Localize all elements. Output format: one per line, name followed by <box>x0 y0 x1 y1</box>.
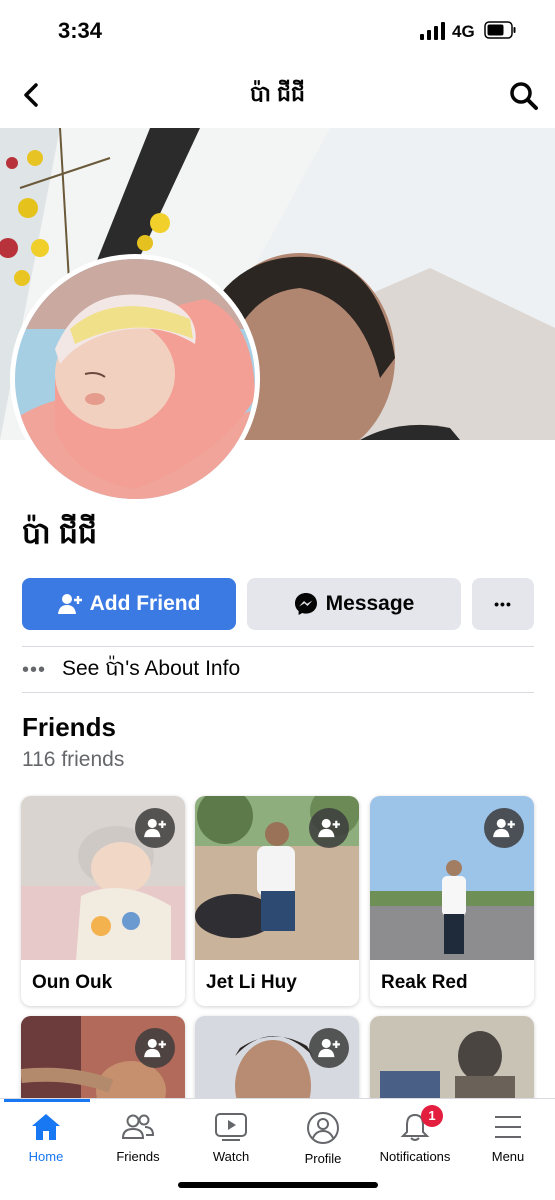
watch-icon <box>215 1113 247 1141</box>
tab-watch[interactable]: Watch <box>185 1111 277 1171</box>
tab-friends[interactable]: Friends <box>92 1111 184 1171</box>
about-info-link[interactable]: ••• See ប៉ា's About Info <box>22 648 534 692</box>
friend-name: Jet Li Huy <box>206 972 297 993</box>
home-indicator <box>178 1182 378 1188</box>
add-friend-icon[interactable] <box>309 808 349 848</box>
nav-title: ប៉ា ជីជី <box>250 81 305 106</box>
about-dots-icon: ••• <box>22 658 47 681</box>
tab-label: Menu <box>491 1149 525 1164</box>
tab-label: Home <box>28 1149 64 1164</box>
status-bar: 3:34 4G <box>0 0 555 62</box>
signal-icon <box>420 22 446 40</box>
active-tab-indicator <box>4 1099 90 1102</box>
message-label: Message <box>325 592 415 615</box>
add-friend-icon[interactable] <box>135 1028 175 1068</box>
friend-name: Oun Ouk <box>32 972 113 993</box>
status-time: 3:34 <box>58 18 103 43</box>
add-friend-icon[interactable] <box>135 808 175 848</box>
friend-card[interactable]: Jet Li Huy <box>195 796 359 1006</box>
menu-icon <box>495 1116 521 1138</box>
tab-label: Notifications <box>379 1149 451 1164</box>
profile-picture[interactable] <box>10 254 260 504</box>
tab-notifications[interactable]: 1 Notifications <box>369 1105 461 1171</box>
more-dots-icon: ••• <box>494 596 512 612</box>
friend-name: Reak Red <box>381 972 468 993</box>
add-friend-icon[interactable] <box>484 808 524 848</box>
search-icon[interactable] <box>508 80 540 112</box>
divider <box>22 646 534 647</box>
profile-name: ប៉ា ជីជី <box>22 517 97 550</box>
add-friend-icon <box>57 594 82 614</box>
network-type: 4G <box>452 22 475 41</box>
home-icon <box>32 1114 60 1140</box>
more-options-button[interactable]: ••• <box>472 578 534 630</box>
tab-label: Watch <box>212 1149 250 1164</box>
friend-card[interactable]: Reak Red <box>370 796 534 1006</box>
battery-icon <box>484 21 516 39</box>
friends-count: 116 friends <box>22 748 125 771</box>
add-friend-icon[interactable] <box>309 1028 349 1068</box>
tab-label: Friends <box>116 1149 160 1164</box>
tab-home[interactable]: Home <box>0 1111 92 1171</box>
profile-icon <box>307 1112 339 1144</box>
about-info-text: See ប៉ា's About Info <box>62 656 241 680</box>
message-button[interactable]: Message <box>247 578 461 630</box>
friends-section-title: Friends <box>22 712 116 742</box>
friend-card[interactable]: Oun Ouk <box>21 796 185 1006</box>
divider <box>22 692 534 693</box>
add-friend-label: Add Friend <box>89 592 201 615</box>
tab-profile[interactable]: Profile <box>277 1111 369 1171</box>
top-nav: ប៉ា ជីជី <box>0 62 555 128</box>
tab-label: Profile <box>304 1151 342 1166</box>
notification-badge: 1 <box>421 1105 443 1127</box>
add-friend-button[interactable]: Add Friend <box>22 578 236 630</box>
tab-menu[interactable]: Menu <box>462 1111 554 1171</box>
messenger-icon <box>294 593 317 615</box>
friends-icon <box>121 1114 155 1139</box>
